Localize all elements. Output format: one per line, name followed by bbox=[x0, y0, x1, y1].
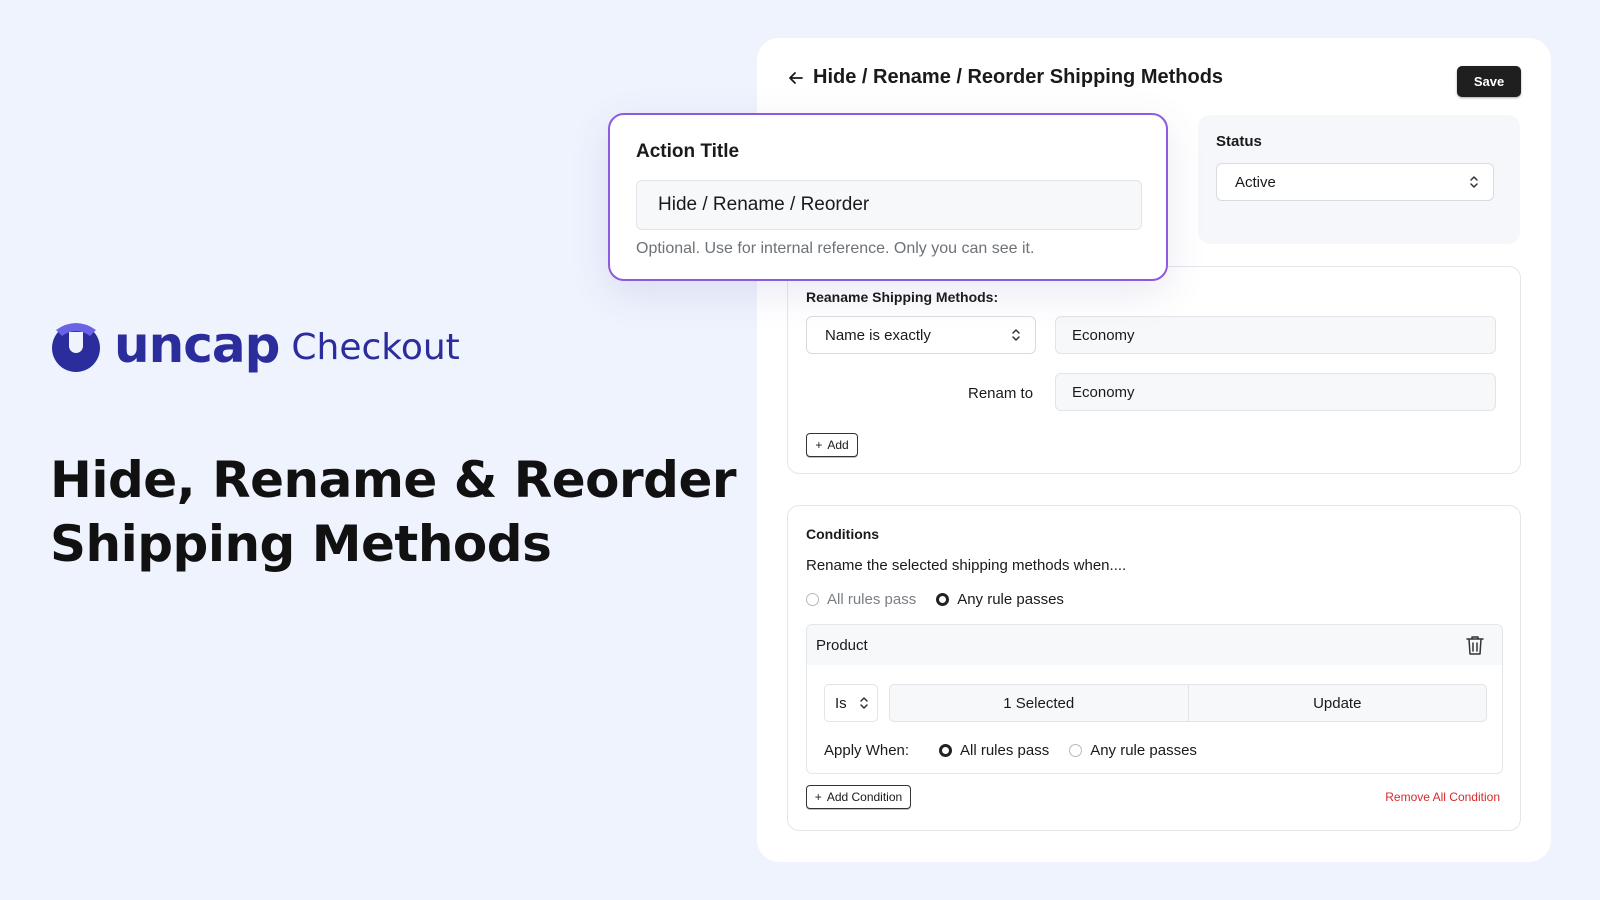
product-rule-label: Product bbox=[816, 637, 868, 654]
apply-when-group: All rules pass Any rule passes bbox=[939, 742, 1217, 759]
apply-any-rule-option[interactable]: Any rule passes bbox=[1069, 742, 1197, 759]
apply-all-rules-label: All rules pass bbox=[960, 742, 1050, 759]
trash-icon[interactable] bbox=[1465, 634, 1485, 656]
product-rule-header: Product bbox=[807, 625, 1502, 665]
add-button[interactable]: + Add bbox=[806, 433, 858, 457]
conditions-card: Conditions Rename the selected shipping … bbox=[787, 505, 1521, 831]
hero-line-2: Shipping Methods bbox=[50, 515, 552, 573]
brand-wordmark: uncap bbox=[114, 316, 280, 374]
brand-product-name: Checkout bbox=[291, 327, 460, 368]
rename-card: Reaname Shipping Methods: Name is exactl… bbox=[787, 266, 1521, 474]
match-type-value: Name is exactly bbox=[825, 326, 931, 344]
conditions-title: Conditions bbox=[806, 526, 880, 542]
rename-to-label: Renam to bbox=[968, 385, 1034, 402]
plus-icon: + bbox=[814, 790, 822, 804]
apply-when-label: Apply When: bbox=[824, 742, 910, 759]
save-button[interactable]: Save bbox=[1457, 66, 1521, 97]
shipping-name-input[interactable]: Economy bbox=[1055, 316, 1496, 354]
radio-selected[interactable] bbox=[936, 593, 950, 606]
apply-any-rule-label: Any rule passes bbox=[1090, 742, 1197, 759]
status-label: Status bbox=[1216, 133, 1262, 150]
brand-logo: uncap Checkout bbox=[50, 318, 460, 372]
add-condition-label: Add Condition bbox=[826, 790, 903, 804]
chevron-up-down-icon bbox=[1012, 329, 1020, 341]
action-title-card: Action Title Hide / Rename / Reorder Opt… bbox=[608, 113, 1168, 281]
plus-icon: + bbox=[815, 438, 823, 452]
status-card: Status Active bbox=[1198, 115, 1520, 244]
radio-unselected[interactable] bbox=[1069, 744, 1083, 757]
mode-all-rules-label: All rules pass bbox=[827, 591, 917, 608]
radio-unselected[interactable] bbox=[806, 593, 819, 606]
chevron-up-down-icon bbox=[1470, 176, 1478, 188]
hero-headline: Hide, Rename & Reorder Shipping Methods bbox=[50, 448, 737, 576]
update-button[interactable]: Update bbox=[1187, 685, 1487, 721]
hero-line-1: Hide, Rename & Reorder bbox=[50, 451, 737, 509]
conditions-description: Rename the selected shipping methods whe… bbox=[806, 557, 1127, 574]
add-label: Add bbox=[827, 438, 849, 452]
action-title-label: Action Title bbox=[636, 141, 740, 162]
chevron-up-down-icon bbox=[860, 697, 868, 709]
apply-all-rules-option[interactable]: All rules pass bbox=[939, 742, 1049, 759]
product-selection-control: 1 Selected Update bbox=[889, 684, 1487, 722]
rename-to-value: Economy bbox=[1072, 383, 1135, 401]
mode-all-rules-option[interactable]: All rules pass bbox=[806, 591, 916, 608]
mode-any-rule-option[interactable]: Any rule passes bbox=[936, 591, 1064, 608]
page-title: Hide / Rename / Reorder Shipping Methods bbox=[813, 66, 1224, 88]
rename-to-input[interactable]: Economy bbox=[1055, 373, 1496, 411]
action-title-value: Hide / Rename / Reorder bbox=[658, 194, 870, 215]
product-rule-box: Product Is 1 Selected Update Apply When:… bbox=[806, 624, 1503, 774]
action-title-input[interactable]: Hide / Rename / Reorder bbox=[636, 180, 1142, 230]
remove-all-condition-link[interactable]: Remove All Condition bbox=[1385, 790, 1500, 804]
conditions-mode-group: All rules pass Any rule passes bbox=[806, 591, 1084, 608]
shipping-name-value: Economy bbox=[1072, 326, 1135, 344]
status-select[interactable]: Active bbox=[1216, 163, 1494, 201]
uncap-logo-icon bbox=[52, 323, 100, 372]
operator-select[interactable]: Is bbox=[824, 684, 878, 722]
match-type-select[interactable]: Name is exactly bbox=[806, 316, 1036, 354]
panel-header: Hide / Rename / Reorder Shipping Methods bbox=[787, 66, 1223, 89]
operator-value: Is bbox=[835, 694, 847, 712]
add-condition-button[interactable]: + Add Condition bbox=[806, 785, 911, 809]
radio-selected[interactable] bbox=[939, 744, 952, 757]
arrow-left-icon[interactable] bbox=[787, 69, 805, 87]
mode-any-rule-label: Any rule passes bbox=[957, 591, 1064, 608]
rename-section-label: Reaname Shipping Methods: bbox=[806, 289, 999, 305]
action-title-help: Optional. Use for internal reference. On… bbox=[636, 240, 1035, 257]
status-value: Active bbox=[1235, 173, 1276, 191]
selected-count-button[interactable]: 1 Selected bbox=[890, 685, 1188, 721]
